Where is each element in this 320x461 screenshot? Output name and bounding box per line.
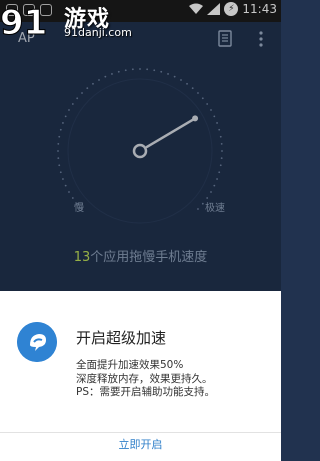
sheet-title: 开启超级加速 bbox=[76, 329, 167, 347]
gauge-tick bbox=[86, 87, 89, 90]
signal-icon bbox=[207, 3, 221, 15]
gauge-tick bbox=[180, 79, 182, 81]
gauge-tick bbox=[131, 68, 134, 71]
gauge-tick bbox=[219, 164, 222, 167]
gauge-tick bbox=[221, 150, 223, 152]
description-line: 全面提升加速效果50% bbox=[76, 359, 184, 371]
gauge-tick bbox=[160, 70, 163, 73]
gauge-tick bbox=[111, 73, 113, 75]
watermark-logo: 91 bbox=[0, 4, 48, 38]
clock: 11:43 bbox=[242, 2, 277, 16]
gauge-tick bbox=[186, 82, 188, 85]
gauge-tick bbox=[220, 142, 223, 145]
sheet-description: 全面提升加速效果50% 深度释放内存，效果更持久。 PS：需要开启辅助功能支持。 bbox=[76, 359, 276, 400]
slow-app-text: 个应用拖慢手机速度 bbox=[90, 250, 208, 265]
gauge-tick bbox=[206, 197, 209, 199]
document-icon[interactable] bbox=[218, 30, 232, 47]
gauge-tick bbox=[197, 208, 199, 210]
gauge-tick bbox=[64, 115, 67, 118]
gauge-needle bbox=[145, 118, 195, 149]
gauge-tick bbox=[117, 70, 120, 73]
gauge-tick bbox=[201, 202, 204, 205]
gauge-tick bbox=[146, 68, 149, 71]
svg-text:91: 91 bbox=[0, 4, 47, 38]
gauge-needle-tip bbox=[192, 115, 199, 122]
speed-gauge-panel: 慢 极速 13个应用拖慢手机速度 bbox=[0, 56, 281, 291]
gauge-tick bbox=[68, 109, 70, 111]
gauge-tick bbox=[58, 135, 61, 138]
description-line: PS：需要开启辅助功能支持。 bbox=[76, 386, 215, 398]
gauge-tick bbox=[64, 184, 67, 187]
gauge-tick bbox=[139, 68, 141, 70]
gauge-tick bbox=[206, 103, 209, 105]
gauge-tick bbox=[218, 128, 221, 131]
divider bbox=[0, 432, 281, 433]
gauge-tick bbox=[213, 115, 216, 118]
gauge-tick bbox=[57, 157, 60, 160]
gauge-tick bbox=[92, 82, 94, 85]
gauge-tick bbox=[216, 178, 218, 180]
gauge-tick bbox=[197, 92, 199, 94]
gauge-tick bbox=[201, 97, 204, 100]
gauge-hub bbox=[132, 143, 148, 159]
super-boost-sheet: 开启超级加速 全面提升加速效果50% 深度释放内存，效果更持久。 PS：需要开启… bbox=[0, 291, 281, 461]
gauge-tick bbox=[191, 87, 194, 90]
watermark-url: 91danji.com bbox=[64, 26, 132, 39]
battery-icon: ⚡ bbox=[224, 2, 239, 16]
gauge-tick bbox=[62, 178, 64, 180]
gauge-tick bbox=[81, 92, 83, 94]
gauge-tick bbox=[71, 197, 74, 199]
gauge-tick bbox=[57, 150, 59, 152]
gauge-tick bbox=[71, 103, 74, 105]
gauge-tick bbox=[218, 171, 221, 174]
slow-app-count: 13 bbox=[73, 250, 91, 265]
gauge-ticks bbox=[57, 68, 223, 210]
gauge-tick bbox=[173, 75, 176, 78]
description-line: 深度释放内存，效果更持久。 bbox=[76, 372, 213, 385]
gauge-tick bbox=[213, 184, 216, 187]
boost-icon bbox=[17, 322, 57, 362]
enable-now-button[interactable]: 立即开启 bbox=[0, 436, 281, 452]
gauge-tick bbox=[219, 135, 222, 138]
gauge-tick bbox=[220, 157, 223, 160]
gauge-tick bbox=[210, 191, 212, 193]
gauge-tick bbox=[210, 109, 212, 111]
gauge-tick bbox=[76, 97, 79, 100]
gauge-tick bbox=[216, 122, 218, 124]
gauge-tick bbox=[124, 69, 127, 72]
site-watermark: 91 游戏 91danji.com bbox=[0, 0, 150, 46]
more-menu-icon[interactable] bbox=[256, 30, 266, 48]
wifi-icon bbox=[189, 3, 204, 14]
gauge-tick bbox=[59, 128, 62, 131]
gauge-tick bbox=[98, 79, 100, 81]
gauge-label-slow: 慢 bbox=[74, 202, 84, 214]
slow-apps-status: 13个应用拖慢手机速度 bbox=[0, 246, 281, 265]
gauge-tick bbox=[58, 164, 61, 167]
gauge-tick bbox=[62, 122, 64, 124]
speed-gauge: 慢 极速 bbox=[57, 68, 225, 224]
gauge-tick bbox=[104, 75, 107, 78]
gauge-tick bbox=[59, 171, 62, 174]
gauge-label-fast: 极速 bbox=[205, 201, 225, 214]
gauge-tick bbox=[68, 191, 70, 193]
system-indicators: ⚡ 11:43 bbox=[189, 2, 277, 16]
gauge-tick bbox=[167, 73, 169, 75]
gauge-tick bbox=[153, 69, 156, 72]
gauge-tick bbox=[57, 142, 60, 145]
